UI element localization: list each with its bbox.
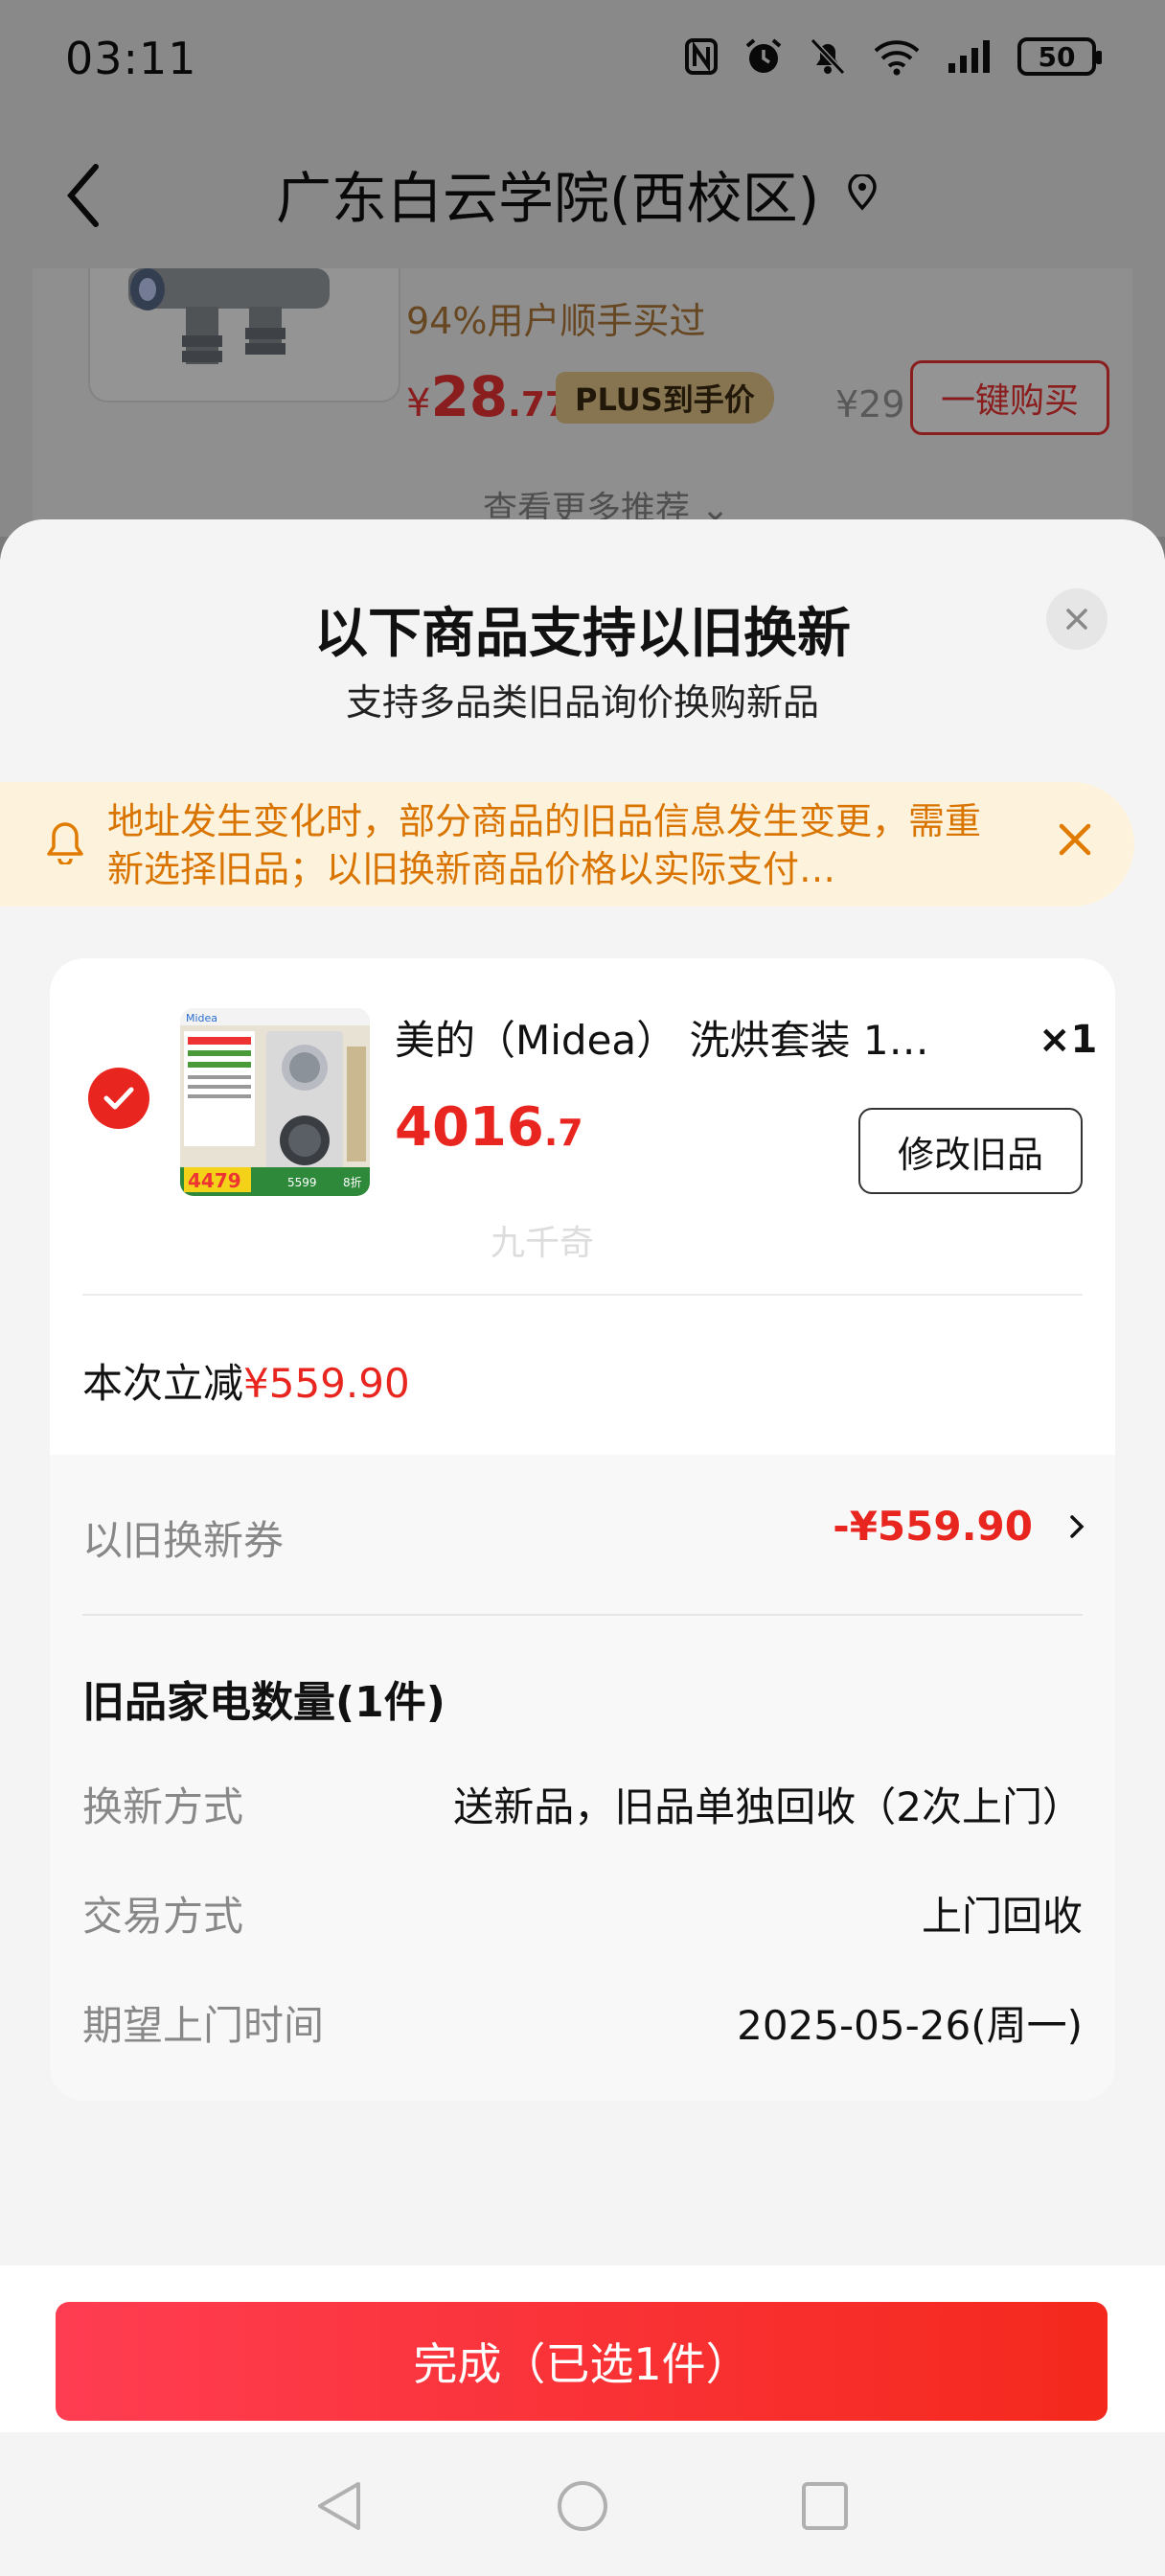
divider bbox=[82, 1614, 1083, 1616]
sheet-footer: 完成（已选1件） bbox=[0, 2266, 1165, 2576]
image-orig-price-text: 5599 bbox=[287, 1176, 317, 1189]
exchange-method-label: 换新方式 bbox=[82, 1783, 244, 1830]
coupon-label[interactable]: 以旧换新券 bbox=[82, 1508, 284, 1567]
divider bbox=[82, 1294, 1083, 1296]
modify-old-item-button[interactable]: 修改旧品 bbox=[858, 1108, 1083, 1194]
sheet-title: 以下商品支持以旧换新 bbox=[314, 603, 851, 665]
saving-summary: 本次立减¥559.90 bbox=[82, 1351, 410, 1410]
bell-icon bbox=[47, 822, 83, 864]
product-quantity: ×1 bbox=[1039, 1018, 1098, 1062]
backdrop-overlay[interactable] bbox=[0, 0, 1165, 537]
saving-amount: ¥559.90 bbox=[243, 1360, 410, 1407]
sheet-header: 以下商品支持以旧换新 支持多品类旧品询价换购新品 bbox=[0, 519, 1165, 778]
home-circle-icon[interactable] bbox=[556, 2478, 609, 2534]
old-items-title: 旧品家电数量(1件) bbox=[82, 1678, 445, 1727]
chevron-right-icon[interactable] bbox=[1067, 1512, 1086, 1541]
coupon-value[interactable]: -¥559.90 bbox=[833, 1503, 1033, 1550]
image-price-text: 4479 bbox=[188, 1169, 241, 1192]
pickup-time-label: 期望上门时间 bbox=[82, 2002, 325, 2049]
close-icon bbox=[1066, 609, 1087, 630]
sheet-subtitle: 支持多品类旧品询价换购新品 bbox=[345, 681, 819, 724]
back-triangle-icon[interactable] bbox=[312, 2478, 364, 2534]
notice-close-icon[interactable] bbox=[1056, 820, 1094, 859]
exchange-method-value: 送新品，旧品单独回收（2次上门） bbox=[453, 1783, 1083, 1830]
product-card: Midea 4479 5599 8折 美的（Midea） 洗烘套装 1… ×1 … bbox=[50, 958, 1115, 1455]
address-change-notice: 地址发生变化时，部分商品的旧品信息发生变更，需重新选择旧品；以旧换新商品价格以实… bbox=[0, 782, 1134, 907]
system-nav-bar bbox=[0, 2432, 1165, 2576]
recents-square-icon[interactable] bbox=[799, 2478, 851, 2534]
image-discount-text: 8折 bbox=[343, 1175, 362, 1189]
notice-text: 地址发生变化时，部分商品的旧品信息发生变更，需重新选择旧品；以旧换新商品价格以实… bbox=[107, 800, 982, 890]
pickup-time-value[interactable]: 2025-05-26(周一) bbox=[737, 1993, 1083, 2052]
trade-method-value: 上门回收 bbox=[921, 1893, 1083, 1940]
washer-dryer-image: Midea 4479 5599 8折 bbox=[180, 1008, 370, 1196]
sheet-close-button[interactable] bbox=[1046, 588, 1108, 650]
product-price: 4016.7 bbox=[395, 1096, 583, 1159]
trade-method-label: 交易方式 bbox=[82, 1893, 244, 1940]
done-button[interactable]: 完成（已选1件） bbox=[56, 2302, 1108, 2421]
brand-text: Midea bbox=[186, 1012, 217, 1024]
product-checkbox[interactable] bbox=[88, 1068, 149, 1129]
product-name[interactable]: 美的（Midea） 洗烘套装 1… bbox=[395, 1008, 970, 1067]
price-integer: 4016 bbox=[395, 1096, 544, 1159]
watermark: 九千奇 bbox=[491, 1224, 595, 1263]
trade-in-sheet: 以下商品支持以旧换新 支持多品类旧品询价换购新品 地址发生变化时，部分商品的旧品… bbox=[0, 519, 1165, 2576]
checkmark-icon bbox=[103, 1087, 134, 1110]
product-image[interactable]: Midea 4479 5599 8折 bbox=[180, 1008, 370, 1196]
price-decimal: .7 bbox=[543, 1112, 583, 1154]
trade-in-details: 以旧换新券 -¥559.90 旧品家电数量(1件) 换新方式 送新品，旧品单独回… bbox=[50, 1455, 1115, 2101]
saving-label: 本次立减 bbox=[82, 1360, 244, 1407]
